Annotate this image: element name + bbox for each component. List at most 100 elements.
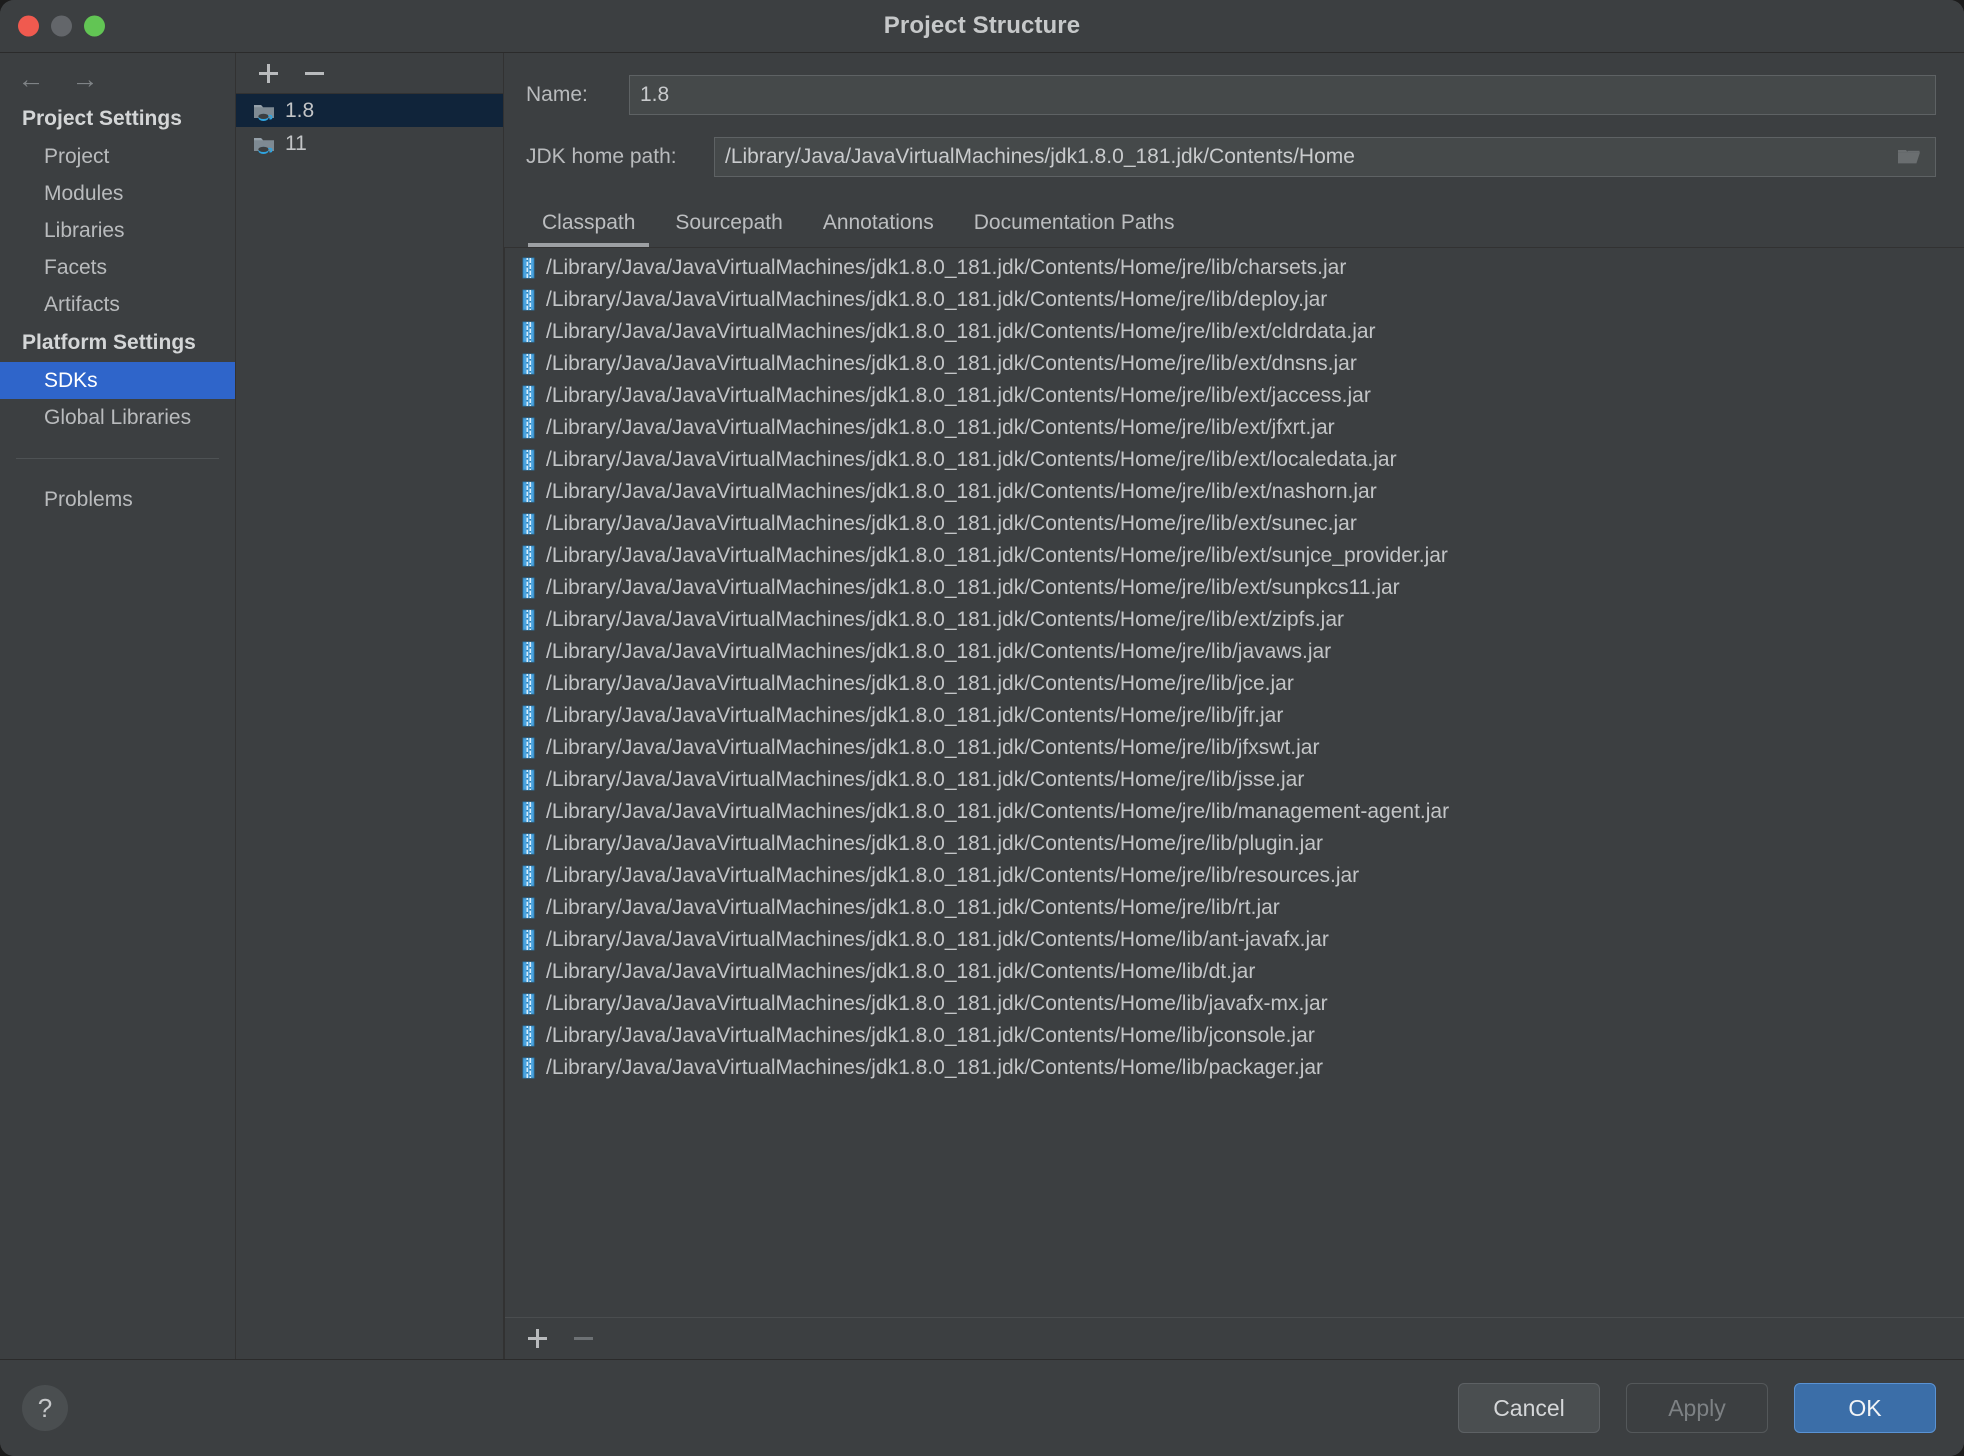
classpath-entry-path: /Library/Java/JavaVirtualMachines/jdk1.8… <box>546 960 1256 983</box>
classpath-entry-path: /Library/Java/JavaVirtualMachines/jdk1.8… <box>546 832 1324 855</box>
classpath-entry-path: /Library/Java/JavaVirtualMachines/jdk1.8… <box>546 512 1357 535</box>
path-type-tabs: Classpath Sourcepath Annotations Documen… <box>504 203 1964 247</box>
sidebar-item-facets[interactable]: Facets <box>0 249 235 286</box>
jar-file-icon <box>521 897 536 919</box>
classpath-entry-row[interactable]: /Library/Java/JavaVirtualMachines/jdk1.8… <box>505 1020 1964 1052</box>
sdk-list-item[interactable]: 11 <box>236 127 503 160</box>
tab-documentation-paths[interactable]: Documentation Paths <box>954 203 1195 247</box>
help-button[interactable]: ? <box>22 1385 68 1431</box>
classpath-entry-row[interactable]: /Library/Java/JavaVirtualMachines/jdk1.8… <box>505 860 1964 892</box>
apply-button: Apply <box>1626 1383 1768 1433</box>
classpath-entry-path: /Library/Java/JavaVirtualMachines/jdk1.8… <box>546 896 1280 919</box>
classpath-entry-row[interactable]: /Library/Java/JavaVirtualMachines/jdk1.8… <box>505 988 1964 1020</box>
jar-file-icon <box>521 513 536 535</box>
classpath-entry-path: /Library/Java/JavaVirtualMachines/jdk1.8… <box>546 768 1305 791</box>
classpath-entry-row[interactable]: /Library/Java/JavaVirtualMachines/jdk1.8… <box>505 828 1964 860</box>
navigation-arrows: ← → <box>0 59 235 99</box>
sdk-detail-panel: Name: 1.8 JDK home path: /Library/Java/J… <box>504 53 1964 1359</box>
jdk-home-path-input[interactable]: /Library/Java/JavaVirtualMachines/jdk1.8… <box>714 137 1936 177</box>
jar-file-icon <box>521 641 536 663</box>
classpath-entry-row[interactable]: /Library/Java/JavaVirtualMachines/jdk1.8… <box>505 348 1964 380</box>
jar-file-icon <box>521 1025 536 1047</box>
classpath-entry-row[interactable]: /Library/Java/JavaVirtualMachines/jdk1.8… <box>505 956 1964 988</box>
classpath-entry-path: /Library/Java/JavaVirtualMachines/jdk1.8… <box>546 640 1332 663</box>
classpath-entry-row[interactable]: /Library/Java/JavaVirtualMachines/jdk1.8… <box>505 380 1964 412</box>
classpath-entry-row[interactable]: /Library/Java/JavaVirtualMachines/jdk1.8… <box>505 444 1964 476</box>
zoom-button[interactable] <box>84 15 105 37</box>
jar-file-icon <box>521 289 536 311</box>
jar-file-icon <box>521 385 536 407</box>
classpath-list[interactable]: /Library/Java/JavaVirtualMachines/jdk1.8… <box>505 248 1964 1317</box>
sidebar-item-sdks[interactable]: SDKs <box>0 362 235 399</box>
jar-file-icon <box>521 929 536 951</box>
classpath-entry-row[interactable]: /Library/Java/JavaVirtualMachines/jdk1.8… <box>505 764 1964 796</box>
sdk-list: 1.8 11 <box>236 94 503 1359</box>
classpath-entry-row[interactable]: /Library/Java/JavaVirtualMachines/jdk1.8… <box>505 732 1964 764</box>
project-structure-dialog: Project Structure ← → Project Settings P… <box>0 0 1964 1456</box>
back-arrow-icon[interactable]: ← <box>14 65 48 92</box>
add-classpath-entry-button[interactable] <box>523 1325 551 1353</box>
classpath-entry-row[interactable]: /Library/Java/JavaVirtualMachines/jdk1.8… <box>505 636 1964 668</box>
classpath-entry-row[interactable]: /Library/Java/JavaVirtualMachines/jdk1.8… <box>505 252 1964 284</box>
sidebar-item-modules[interactable]: Modules <box>0 175 235 212</box>
classpath-entry-row[interactable]: /Library/Java/JavaVirtualMachines/jdk1.8… <box>505 572 1964 604</box>
close-button[interactable] <box>18 15 39 37</box>
add-sdk-button[interactable] <box>254 59 282 87</box>
tab-sourcepath[interactable]: Sourcepath <box>655 203 802 247</box>
jar-file-icon <box>521 673 536 695</box>
classpath-entry-row[interactable]: /Library/Java/JavaVirtualMachines/jdk1.8… <box>505 796 1964 828</box>
remove-classpath-entry-button <box>569 1325 597 1353</box>
jar-file-icon <box>521 449 536 471</box>
forward-arrow-icon[interactable]: → <box>68 65 102 92</box>
jar-file-icon <box>521 833 536 855</box>
classpath-entry-row[interactable]: /Library/Java/JavaVirtualMachines/jdk1.8… <box>505 1052 1964 1084</box>
classpath-entry-row[interactable]: /Library/Java/JavaVirtualMachines/jdk1.8… <box>505 476 1964 508</box>
sdk-list-item[interactable]: 1.8 <box>236 94 503 127</box>
sidebar-item-project[interactable]: Project <box>0 138 235 175</box>
classpath-entry-row[interactable]: /Library/Java/JavaVirtualMachines/jdk1.8… <box>505 508 1964 540</box>
window-controls <box>18 15 105 37</box>
sidebar-item-artifacts[interactable]: Artifacts <box>0 286 235 323</box>
name-input[interactable]: 1.8 <box>629 75 1936 115</box>
classpath-entry-row[interactable]: /Library/Java/JavaVirtualMachines/jdk1.8… <box>505 892 1964 924</box>
ok-button[interactable]: OK <box>1794 1383 1936 1433</box>
jar-file-icon <box>521 417 536 439</box>
remove-sdk-button[interactable] <box>300 59 328 87</box>
sdk-fields: Name: 1.8 JDK home path: /Library/Java/J… <box>504 53 1964 199</box>
jar-file-icon <box>521 801 536 823</box>
classpath-entry-row[interactable]: /Library/Java/JavaVirtualMachines/jdk1.8… <box>505 412 1964 444</box>
classpath-entry-row[interactable]: /Library/Java/JavaVirtualMachines/jdk1.8… <box>505 540 1964 572</box>
sidebar-item-problems[interactable]: Problems <box>0 481 235 518</box>
jar-file-icon <box>521 1057 536 1079</box>
classpath-entry-row[interactable]: /Library/Java/JavaVirtualMachines/jdk1.8… <box>505 668 1964 700</box>
jar-file-icon <box>521 545 536 567</box>
cancel-button[interactable]: Cancel <box>1458 1383 1600 1433</box>
classpath-entry-path: /Library/Java/JavaVirtualMachines/jdk1.8… <box>546 608 1344 631</box>
classpath-entry-path: /Library/Java/JavaVirtualMachines/jdk1.8… <box>546 736 1320 759</box>
classpath-entry-row[interactable]: /Library/Java/JavaVirtualMachines/jdk1.8… <box>505 700 1964 732</box>
jar-file-icon <box>521 353 536 375</box>
classpath-entry-path: /Library/Java/JavaVirtualMachines/jdk1.8… <box>546 672 1294 695</box>
jar-file-icon <box>521 705 536 727</box>
jar-file-icon <box>521 769 536 791</box>
classpath-entry-row[interactable]: /Library/Java/JavaVirtualMachines/jdk1.8… <box>505 316 1964 348</box>
classpath-entry-row[interactable]: /Library/Java/JavaVirtualMachines/jdk1.8… <box>505 284 1964 316</box>
classpath-entry-path: /Library/Java/JavaVirtualMachines/jdk1.8… <box>546 544 1448 567</box>
settings-sidebar: ← → Project Settings Project Modules Lib… <box>0 53 236 1359</box>
folder-browse-icon[interactable] <box>1897 147 1923 167</box>
classpath-entry-row[interactable]: /Library/Java/JavaVirtualMachines/jdk1.8… <box>505 924 1964 956</box>
jar-file-icon <box>521 865 536 887</box>
classpath-entry-path: /Library/Java/JavaVirtualMachines/jdk1.8… <box>546 320 1376 343</box>
sidebar-item-global-libraries[interactable]: Global Libraries <box>0 399 235 436</box>
tab-classpath[interactable]: Classpath <box>522 203 655 247</box>
jar-file-icon <box>521 737 536 759</box>
classpath-entry-row[interactable]: /Library/Java/JavaVirtualMachines/jdk1.8… <box>505 604 1964 636</box>
classpath-entry-path: /Library/Java/JavaVirtualMachines/jdk1.8… <box>546 800 1450 823</box>
minimize-button[interactable] <box>51 15 72 37</box>
classpath-entry-path: /Library/Java/JavaVirtualMachines/jdk1.8… <box>546 384 1371 407</box>
tab-annotations[interactable]: Annotations <box>803 203 954 247</box>
classpath-entry-path: /Library/Java/JavaVirtualMachines/jdk1.8… <box>546 1024 1315 1047</box>
sidebar-item-libraries[interactable]: Libraries <box>0 212 235 249</box>
jar-file-icon <box>521 609 536 631</box>
sdk-name: 11 <box>285 131 307 155</box>
